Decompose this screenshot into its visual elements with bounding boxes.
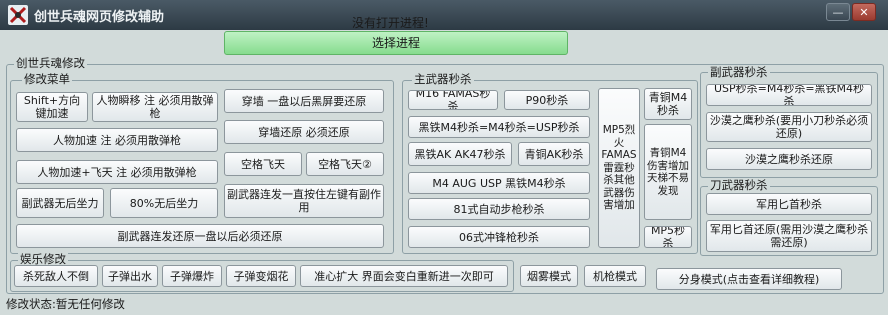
bronze-m4-button[interactable]: 青铜M4秒杀 — [644, 88, 692, 120]
mp5-button[interactable]: MP5秒杀 — [644, 226, 692, 248]
bullet-water-button[interactable]: 子弹出水 — [102, 265, 158, 287]
type06-smg-button[interactable]: 06式冲锋枪秒杀 — [408, 226, 590, 248]
smoke-mode-button[interactable]: 烟雾模式 — [520, 265, 578, 287]
dagger-restore-button[interactable]: 军用匕首还原(需用沙漠之鹰秒杀需还原) — [706, 220, 872, 252]
air-fly-2-button[interactable]: 空格飞天② — [306, 152, 384, 176]
secondary-weapon-group-label: 副武器秒杀 — [708, 65, 770, 79]
select-process-button[interactable]: 选择进程 — [224, 31, 568, 55]
desert-eagle-button[interactable]: 沙漠之鹰秒杀(要用小刀秒杀必须还原) — [706, 112, 872, 142]
close-button[interactable]: ✕ — [852, 3, 876, 21]
bullet-explode-button[interactable]: 子弹爆炸 — [162, 265, 222, 287]
knife-group-label: 刀武器秒杀 — [708, 178, 770, 192]
machine-gun-mode-button[interactable]: 机枪模式 — [584, 265, 646, 287]
minimize-button[interactable]: — — [826, 3, 850, 21]
speed-button[interactable]: 人物加速 注 必须用散弹枪 — [16, 128, 218, 152]
speed-fly-button[interactable]: 人物加速+飞天 注 必须用散弹枪 — [16, 160, 218, 184]
usp-button[interactable]: USP秒杀=M4秒杀=黑铁M4秒杀 — [706, 84, 872, 106]
wallhack-button[interactable]: 穿墙 一盘以后黑屏要还原 — [224, 89, 384, 113]
bronze-ak-button[interactable]: 青铜AK秒杀 — [518, 142, 590, 166]
kill-invincible-button[interactable]: 杀死敌人不倒 — [14, 265, 98, 287]
iron-m4-button[interactable]: 黑铁M4秒杀=M4秒杀=USP秒杀 — [408, 116, 590, 138]
mp5-famas-damage-button[interactable]: MP5烈火 FAMAS雷霆秒杀其他武器伤害增加 — [598, 88, 640, 248]
primary-weapon-group-label: 主武器秒杀 — [412, 72, 474, 86]
m16-famas-button[interactable]: M16 FAMAS秒杀 — [408, 90, 498, 110]
bronze-m4-damage-button[interactable]: 青铜M4伤害增加 天梯不易发现 — [644, 124, 692, 220]
window-title: 创世兵魂网页修改辅助 — [34, 10, 165, 25]
secondary-auto-fire-button[interactable]: 副武器连发一直按住左键有副作用 — [224, 184, 384, 218]
air-fly-button[interactable]: 空格飞天 — [224, 152, 302, 176]
main-group-label: 创世兵魂修改 — [14, 56, 87, 70]
app-logo-icon — [8, 5, 28, 25]
shift-speed-button[interactable]: Shift+方向键加速 — [16, 92, 88, 122]
clone-mode-button[interactable]: 分身模式(点击查看详细教程) — [656, 268, 842, 290]
p90-button[interactable]: P90秒杀 — [504, 90, 590, 110]
crosshair-expand-button[interactable]: 准心扩大 界面会变白重新进一次即可 — [300, 265, 508, 287]
secondary-no-recoil-button[interactable]: 副武器无后坐力 — [16, 188, 104, 218]
type81-rifle-button[interactable]: 81式自动步枪秒杀 — [408, 198, 590, 220]
wall-restore-button[interactable]: 穿墙还原 必须还原 — [224, 120, 384, 144]
menu-group-label: 修改菜单 — [22, 72, 72, 86]
process-status-text: 没有打开进程! — [352, 16, 429, 30]
teleport-button[interactable]: 人物瞬移 注 必须用散弹枪 — [92, 92, 218, 122]
main-window: 创世兵魂网页修改辅助 — ✕ 没有打开进程! 选择进程 创世兵魂修改 修改菜单 … — [0, 0, 888, 315]
bullet-firework-button[interactable]: 子弹变烟花 — [226, 265, 296, 287]
m4-aug-usp-button[interactable]: M4 AUG USP 黑铁M4秒杀 — [408, 172, 590, 194]
no-recoil-80-button[interactable]: 80%无后坐力 — [110, 188, 218, 218]
title-bar: 创世兵魂网页修改辅助 — ✕ — [0, 0, 888, 30]
desert-eagle-restore-button[interactable]: 沙漠之鹰秒杀还原 — [706, 148, 872, 170]
military-dagger-button[interactable]: 军用匕首秒杀 — [706, 193, 872, 215]
iron-ak-button[interactable]: 黑铁AK AK47秒杀 — [408, 142, 512, 166]
secondary-auto-restore-button[interactable]: 副武器连发还原一盘以后必须还原 — [16, 224, 384, 248]
status-bar-text: 修改状态:暂无任何修改 — [6, 297, 125, 311]
